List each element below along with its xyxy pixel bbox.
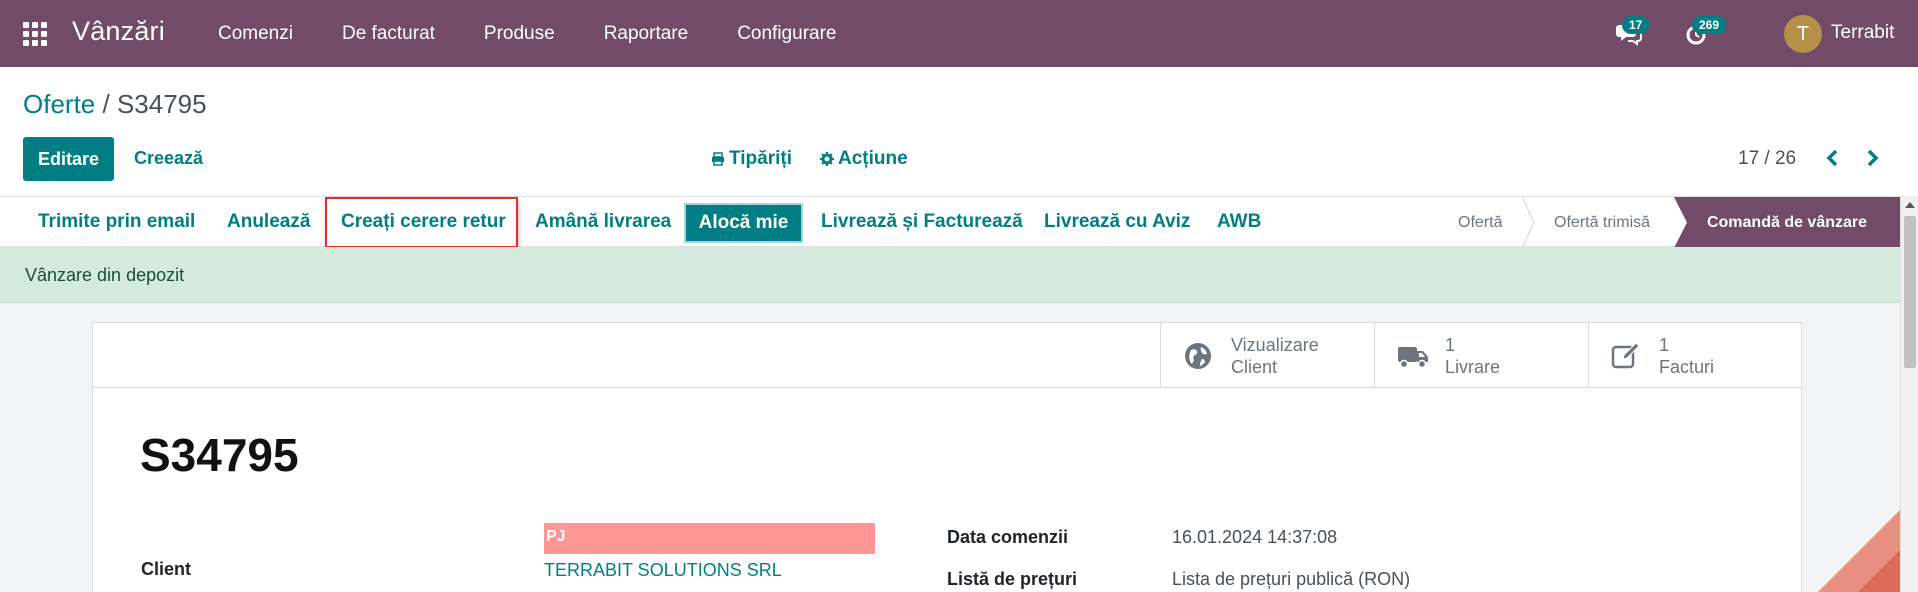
- user-name[interactable]: Terrabit: [1831, 22, 1894, 44]
- user-avatar[interactable]: T: [1784, 15, 1822, 53]
- action-label: Acțiune: [838, 148, 908, 169]
- breadcrumb-link-oferte[interactable]: Oferte: [23, 89, 95, 119]
- print-icon: [712, 152, 724, 166]
- activities-count-badge: 269: [1692, 16, 1727, 34]
- invoices-smart-button[interactable]: 1 Facturi: [1588, 323, 1802, 388]
- apps-menu-icon[interactable]: [23, 22, 47, 46]
- edit-icon: [1611, 341, 1641, 371]
- deliveries-smart-button[interactable]: 1 Livrare: [1374, 323, 1588, 388]
- pricelist-label: Listă de prețuri: [947, 569, 1078, 589]
- corner-ribbon: [1818, 492, 1918, 592]
- alert-text: Vânzare din depozit: [25, 265, 185, 285]
- main-menu: Comenzi De facturat Produse Raportare Co…: [218, 0, 885, 67]
- status-bar: Trimite prin email Anulează Creați cerer…: [0, 196, 1900, 248]
- stage-sales-order[interactable]: Comandă de vânzare: [1674, 197, 1900, 248]
- record-title: S34795: [140, 429, 299, 481]
- client-tag-pj: PJ: [544, 523, 875, 554]
- order-date-label: Data comenzii: [947, 527, 1069, 547]
- view-client-label: Vizualizare Client: [1231, 335, 1319, 377]
- menu-item-de-facturat[interactable]: De facturat: [342, 23, 435, 45]
- smart-buttons-row: Vizualizare Client 1 Livrare 1 Facturi: [93, 323, 1801, 388]
- print-label: Tipăriți: [729, 148, 792, 169]
- globe-icon: [1183, 341, 1213, 371]
- menu-item-configurare[interactable]: Configurare: [737, 23, 836, 45]
- pricelist-value: Lista de prețuri publică (RON): [1172, 569, 1411, 589]
- top-navbar: Vânzări Comenzi De facturat Produse Rapo…: [0, 0, 1918, 67]
- print-dropdown[interactable]: Tipăriți: [711, 148, 792, 170]
- menu-item-raportare[interactable]: Raportare: [604, 23, 689, 45]
- stage-separator-icon: [1521, 197, 1535, 248]
- pager-value[interactable]: 17 / 26: [1738, 148, 1796, 170]
- breadcrumb-current: S34795: [116, 89, 207, 119]
- deliver-with-notice-button[interactable]: Livrează cu Aviz: [1044, 211, 1190, 233]
- awb-button[interactable]: AWB: [1217, 211, 1261, 233]
- messages-count-badge: 17: [1622, 16, 1650, 34]
- postpone-delivery-button[interactable]: Amână livrarea: [535, 211, 671, 233]
- gear-icon: [820, 152, 834, 166]
- form-sheet: Vizualizare Client 1 Livrare 1 Facturi S…: [92, 322, 1802, 592]
- create-button[interactable]: Creează: [134, 148, 203, 169]
- scroll-up-icon[interactable]: [1905, 202, 1915, 208]
- scroll-thumb[interactable]: [1904, 216, 1916, 368]
- action-dropdown[interactable]: Acțiune: [820, 148, 908, 170]
- pager-next-icon[interactable]: [1860, 144, 1884, 172]
- control-panel: Oferte / S34795 Editare Creează Tipăriți…: [0, 67, 1918, 196]
- menu-item-comenzi[interactable]: Comenzi: [218, 23, 293, 45]
- breadcrumb: Oferte / S34795: [23, 89, 207, 120]
- stage-active-arrow-icon: [1674, 197, 1687, 248]
- deliver-and-invoice-button[interactable]: Livrează și Facturează: [821, 211, 1023, 233]
- stage-offer[interactable]: Ofertă: [1458, 197, 1502, 248]
- client-label: Client: [141, 559, 192, 579]
- menu-item-produse[interactable]: Produse: [484, 23, 555, 45]
- create-return-button[interactable]: Creați cerere retur: [341, 211, 506, 233]
- app-name[interactable]: Vânzări: [72, 16, 165, 47]
- stage-offer-sent[interactable]: Ofertă trimisă: [1554, 197, 1650, 248]
- order-date-value: 16.01.2024 14:37:08: [1172, 527, 1338, 547]
- deliveries-label: 1 Livrare: [1445, 335, 1501, 377]
- invoices-label: 1 Facturi: [1659, 335, 1715, 377]
- truck-icon: [1397, 341, 1428, 371]
- pager-previous-icon[interactable]: [1821, 144, 1845, 172]
- cancel-button[interactable]: Anulează: [227, 211, 310, 233]
- info-alert: Vânzare din depozit: [0, 247, 1900, 303]
- vertical-scrollbar[interactable]: [1900, 196, 1918, 592]
- client-name-link[interactable]: TERRABIT SOLUTIONS SRL: [544, 560, 782, 581]
- send-email-button[interactable]: Trimite prin email: [38, 211, 195, 233]
- breadcrumb-separator: /: [102, 89, 110, 119]
- assign-to-me-button[interactable]: Alocă mie: [684, 203, 803, 243]
- view-client-smart-button[interactable]: Vizualizare Client: [1160, 323, 1374, 388]
- edit-button[interactable]: Editare: [23, 137, 114, 181]
